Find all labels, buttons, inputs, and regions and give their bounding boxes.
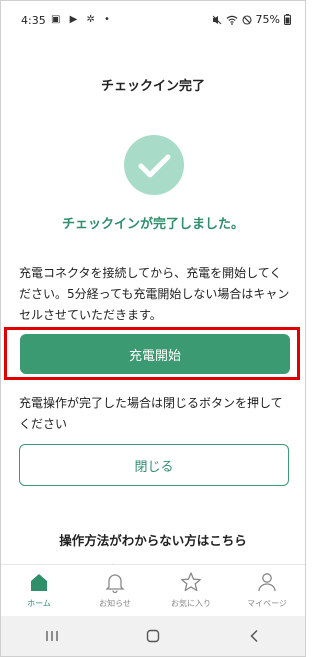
system-nav-bar	[1, 616, 305, 656]
checkmark-icon	[138, 154, 171, 178]
start-charging-button[interactable]: 充電開始	[20, 334, 290, 374]
instruction-text: 充電コネクタを接続してから、充電を開始してください。5分経っても充電開始しない場…	[19, 266, 290, 322]
tab-label: お知らせ	[99, 599, 131, 608]
recent-apps-button[interactable]	[32, 624, 72, 648]
status-right: 75%	[212, 13, 291, 26]
home-button[interactable]	[133, 624, 173, 648]
tab-label: お気に入り	[171, 599, 211, 608]
wifi-icon	[226, 15, 237, 25]
status-bar: 4:35 ▣ ▶ ✲ • 75%	[1, 1, 305, 41]
dnd-icon	[241, 14, 252, 25]
tab-favorites[interactable]: お気に入り	[153, 565, 229, 617]
tab-label: マイページ	[247, 599, 287, 608]
tab-label: ホーム	[27, 599, 51, 608]
status-notification-icons: ▣ ▶ ✲ •	[51, 14, 113, 25]
recent-apps-icon	[46, 631, 58, 641]
bell-icon	[105, 574, 125, 593]
help-text: 操作方法がわからない方はこちら	[59, 533, 247, 548]
checkin-complete-message: チェックインが完了しました。	[61, 217, 244, 232]
person-icon	[258, 573, 276, 592]
back-button[interactable]	[234, 624, 274, 648]
app-frame: 4:35 ▣ ▶ ✲ • 75% チェックイン完了 チェックインが完了しました。…	[0, 0, 306, 657]
tab-home[interactable]: ホーム	[1, 565, 77, 617]
tab-bar: ホーム お知らせ お気に入り マイページ	[1, 564, 305, 617]
after-charging-text: 充電操作が完了した場合は閉じるボタンを押してください	[19, 396, 283, 431]
check-circle	[124, 135, 184, 195]
battery-level: 75%	[255, 13, 280, 26]
tab-mypage[interactable]: マイページ	[229, 565, 305, 617]
mute-icon	[212, 15, 221, 24]
page-title: チェックイン完了	[100, 79, 205, 94]
battery-icon	[284, 14, 291, 25]
tab-notifications[interactable]: お知らせ	[77, 565, 153, 617]
home-square-icon	[146, 629, 160, 643]
back-chevron-icon	[250, 629, 258, 643]
status-time: 4:35	[21, 14, 46, 27]
home-icon	[31, 574, 47, 591]
star-icon	[181, 572, 201, 592]
close-button[interactable]: 閉じる	[19, 444, 289, 486]
